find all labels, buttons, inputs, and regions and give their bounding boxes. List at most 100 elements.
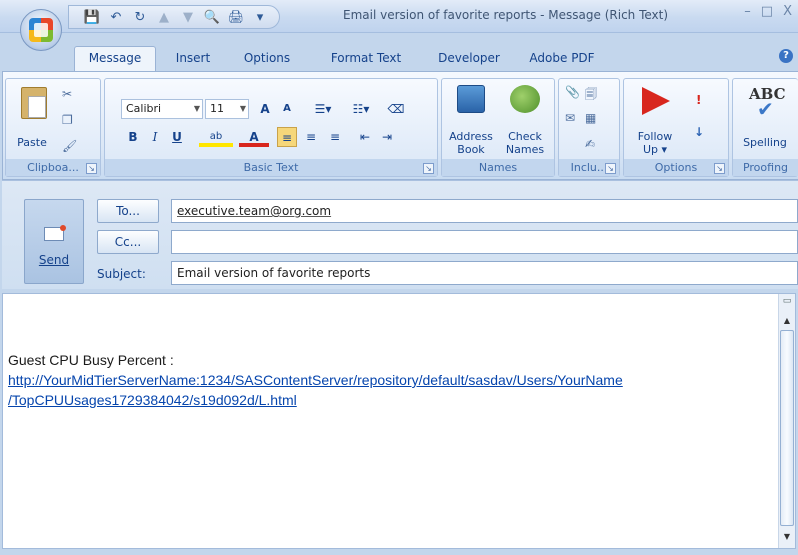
- tab-adobe-pdf[interactable]: Adobe PDF: [524, 47, 600, 69]
- signature-icon[interactable]: ✍: [585, 137, 595, 151]
- grow-font-button[interactable]: A: [255, 99, 275, 119]
- print-preview-icon[interactable]: 🔍: [203, 10, 221, 25]
- report-link-continued[interactable]: /TopCPUUsages1729384042/s19d092d/L.html: [8, 392, 297, 408]
- low-importance-icon[interactable]: ↓: [694, 125, 704, 139]
- bold-button[interactable]: B: [123, 127, 143, 147]
- tab-message[interactable]: Message: [74, 46, 156, 71]
- tab-format-text[interactable]: Format Text: [318, 47, 414, 69]
- office-button[interactable]: [20, 9, 62, 51]
- send-label: Send: [38, 253, 70, 267]
- save-icon[interactable]: 💾: [83, 10, 101, 25]
- message-body-pane: Guest CPU Busy Percent : http://YourMidT…: [0, 289, 798, 555]
- next-item-icon[interactable]: ▼: [179, 10, 197, 25]
- check-names-button[interactable]: Check Names: [500, 81, 550, 159]
- cut-icon[interactable]: ✂: [62, 87, 72, 101]
- check-names-icon: [510, 85, 540, 113]
- font-size-value: 11: [210, 102, 224, 115]
- shrink-font-button[interactable]: A: [277, 99, 297, 119]
- font-name-select[interactable]: Calibri ▼: [121, 99, 203, 119]
- align-left-icon[interactable]: ≡: [277, 127, 297, 147]
- align-center-icon[interactable]: ≡: [301, 127, 321, 147]
- decrease-indent-icon[interactable]: ⇤: [355, 127, 375, 147]
- cc-button[interactable]: Cc...: [97, 230, 159, 254]
- follow-up-button[interactable]: Follow Up ▾: [628, 81, 682, 159]
- subject-field[interactable]: Email version of favorite reports: [171, 261, 798, 285]
- to-button[interactable]: To...: [97, 199, 159, 223]
- clipboard-group: Paste ✂ ❐ 🖌 Clipboa... ↘: [5, 78, 101, 177]
- business-card-icon[interactable]: ✉: [565, 111, 575, 125]
- attach-item-icon[interactable]: 🗐: [585, 85, 597, 106]
- maximize-button[interactable]: □: [761, 4, 773, 19]
- basic-text-launcher-icon[interactable]: ↘: [423, 163, 434, 174]
- vertical-scrollbar[interactable]: ▭ ▲ ▼: [778, 294, 795, 548]
- font-name-value: Calibri: [126, 102, 162, 115]
- numbering-button[interactable]: ☷▾: [343, 99, 379, 119]
- font-size-select[interactable]: 11 ▼: [205, 99, 249, 119]
- message-body[interactable]: Guest CPU Busy Percent : http://YourMidT…: [2, 293, 796, 549]
- minimize-button[interactable]: –: [744, 4, 751, 19]
- send-button[interactable]: Send: [24, 199, 84, 284]
- proofing-group: ABC ✔ Spelling Proofing: [732, 78, 798, 177]
- high-importance-icon[interactable]: !: [696, 93, 701, 107]
- spelling-button[interactable]: ABC ✔ Spelling: [735, 81, 795, 159]
- options-group-title: Options: [624, 159, 728, 176]
- send-icon: [44, 225, 66, 241]
- format-painter-icon[interactable]: 🖌: [62, 139, 77, 153]
- title-bar: 💾 ↶ ↻ ▲ ▼ 🔍 🖨 ▾ Email version of favorit…: [0, 0, 798, 33]
- tab-options[interactable]: Options: [234, 47, 300, 69]
- subject-label: Subject:: [97, 267, 146, 281]
- chevron-down-icon: ▼: [239, 104, 246, 113]
- paste-icon: [21, 87, 47, 119]
- scroll-down-icon[interactable]: ▼: [781, 532, 793, 544]
- italic-button[interactable]: I: [145, 127, 165, 147]
- previous-item-icon[interactable]: ▲: [155, 10, 173, 25]
- ribbon: Paste ✂ ❐ 🖌 Clipboa... ↘ Calibri ▼ 11 ▼ A …: [2, 71, 798, 180]
- copy-icon[interactable]: ❐: [62, 113, 73, 127]
- chevron-down-icon: ▼: [193, 104, 200, 113]
- proofing-group-title: Proofing: [733, 159, 798, 176]
- address-book-label-1: Address: [449, 130, 493, 143]
- cc-field[interactable]: [171, 230, 798, 254]
- attach-file-icon[interactable]: 📎: [565, 85, 580, 99]
- address-book-button[interactable]: Address Book: [446, 81, 496, 159]
- ribbon-tabs: Message Insert Options Format Text Devel…: [0, 33, 798, 73]
- align-right-icon[interactable]: ≡: [325, 127, 345, 147]
- customize-qat-icon[interactable]: ▾: [251, 10, 269, 25]
- flag-icon: [642, 87, 670, 115]
- check-names-label-1: Check: [508, 130, 542, 143]
- ruler-toggle-icon[interactable]: ▭: [781, 296, 793, 312]
- redo-icon[interactable]: ↻: [131, 10, 149, 25]
- clipboard-launcher-icon[interactable]: ↘: [86, 163, 97, 174]
- include-launcher-icon[interactable]: ↘: [605, 163, 616, 174]
- clear-formatting-icon[interactable]: ⌫: [385, 99, 407, 119]
- to-field[interactable]: executive.team@org.com: [171, 199, 798, 223]
- undo-icon[interactable]: ↶: [107, 10, 125, 25]
- tab-developer[interactable]: Developer: [430, 47, 508, 69]
- window-title: Email version of favorite reports - Mess…: [343, 8, 669, 22]
- increase-indent-icon[interactable]: ⇥: [377, 127, 397, 147]
- body-content: Guest CPU Busy Percent : http://YourMidT…: [8, 350, 623, 410]
- body-line: Guest CPU Busy Percent :: [8, 352, 174, 368]
- scroll-thumb[interactable]: [780, 330, 794, 526]
- follow-up-label-1: Follow: [637, 130, 673, 143]
- recipient-address[interactable]: executive.team@org.com: [177, 204, 331, 218]
- print-icon[interactable]: 🖨: [227, 10, 245, 25]
- names-group-title: Names: [442, 159, 554, 176]
- report-link[interactable]: http://YourMidTierServerName:1234/SASCon…: [8, 372, 623, 388]
- close-button[interactable]: X: [783, 4, 792, 19]
- font-color-button[interactable]: A: [239, 127, 269, 147]
- include-group: 📎 🗐 ✉ ▦ ✍ Inclu... ↘: [558, 78, 620, 177]
- tab-insert[interactable]: Insert: [166, 47, 220, 69]
- names-group: Address Book Check Names Names: [441, 78, 555, 177]
- scroll-up-icon[interactable]: ▲: [781, 316, 793, 328]
- bullets-button[interactable]: ☰▾: [305, 99, 341, 119]
- message-header: Send To... Cc... Subject: executive.team…: [2, 180, 798, 289]
- help-icon[interactable]: ?: [779, 49, 793, 63]
- paste-button[interactable]: Paste: [12, 81, 52, 159]
- options-launcher-icon[interactable]: ↘: [714, 163, 725, 174]
- highlight-button[interactable]: ab: [199, 127, 233, 147]
- underline-button[interactable]: U: [167, 127, 187, 147]
- address-book-icon: [457, 85, 485, 113]
- follow-up-label-2: Up ▾: [642, 143, 668, 156]
- calendar-icon[interactable]: ▦: [585, 111, 596, 125]
